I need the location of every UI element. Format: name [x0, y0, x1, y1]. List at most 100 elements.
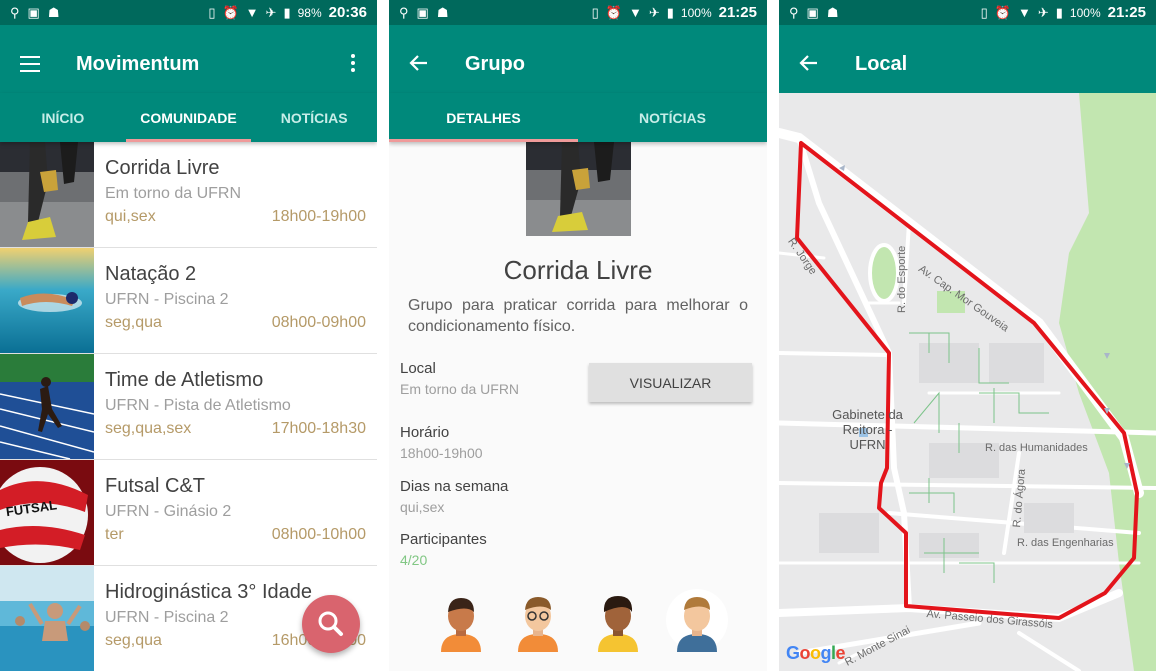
more-options-icon[interactable]	[351, 54, 357, 74]
group-location: Em torno da UFRN	[105, 185, 242, 202]
group-time: 17h00-18h30	[271, 420, 366, 437]
avatar[interactable]	[665, 588, 729, 652]
airplane-icon: ✈	[1037, 4, 1049, 20]
menu-icon[interactable]	[20, 56, 40, 72]
back-arrow-icon[interactable]	[408, 52, 430, 74]
futsal-ball-image: FUTSAL	[0, 460, 94, 565]
schedule-value: 18h00-19h00	[400, 445, 483, 461]
view-location-button[interactable]: VISUALIZAR	[589, 363, 752, 402]
avatar[interactable]	[506, 588, 570, 652]
group-title: Natação 2	[105, 263, 197, 285]
android-icon: ☗	[826, 5, 839, 20]
app-bar: Local	[779, 25, 1156, 93]
status-bar: ⚲ ▣ ☗ ▯ ⏰ ▼ ✈ ▮ 100% 21:25	[389, 0, 767, 25]
android-icon: ☗	[436, 5, 449, 20]
airplane-icon: ✈	[648, 4, 660, 20]
usb-icon: ⚲	[399, 5, 409, 20]
list-item[interactable]: Corrida Livre Em torno da UFRN qui,sex 1…	[0, 142, 377, 248]
clock: 20:36	[328, 4, 367, 21]
wifi-icon: ▼	[628, 5, 642, 20]
participants-count: 4/20	[400, 552, 428, 568]
screen-title: Grupo	[465, 53, 525, 75]
group-description: Grupo para praticar corrida para melhora…	[408, 297, 748, 335]
group-title: Futsal C&T	[105, 475, 206, 497]
screen-community: ⚲ ▣ ☗ ▯ ⏰ ▼ ✈ ▮ 98% 20:36 Movimentum INÍ…	[0, 0, 377, 671]
vibrate-icon: ▯	[208, 4, 216, 20]
image-icon: ▣	[806, 5, 819, 20]
android-icon: ☗	[47, 5, 60, 20]
tab-comunidade[interactable]: COMUNIDADE	[125, 93, 252, 142]
days-value: qui,sex	[400, 499, 445, 515]
water-aerobics-image	[0, 566, 94, 671]
alarm-icon: ⏰	[222, 4, 239, 20]
app-bar: Movimentum	[0, 25, 377, 93]
group-time: 08h00-10h00	[271, 526, 366, 543]
schedule-label: Horário	[400, 424, 450, 441]
avatar[interactable]	[429, 588, 493, 652]
group-days: seg,qua	[105, 632, 162, 649]
group-location: UFRN - Pista de Atletismo	[105, 397, 291, 414]
vibrate-icon: ▯	[980, 4, 988, 20]
group-days: seg,qua	[105, 314, 162, 331]
track-runner-image	[0, 354, 94, 459]
tab-detalhes[interactable]: DETALHES	[389, 93, 578, 142]
image-icon: ▣	[416, 5, 429, 20]
image-icon: ▣	[27, 5, 40, 20]
vibrate-icon: ▯	[591, 4, 599, 20]
app-bar: Grupo	[389, 25, 767, 93]
wifi-icon: ▼	[245, 5, 259, 20]
list-item[interactable]: Natação 2 UFRN - Piscina 2 seg,qua 08h00…	[0, 248, 377, 354]
usb-icon: ⚲	[10, 5, 20, 20]
battery-percent: 100%	[680, 5, 712, 20]
group-days: seg,qua,sex	[105, 420, 192, 437]
app-title: Movimentum	[76, 53, 200, 75]
group-title: Time de Atletismo	[105, 369, 264, 391]
map-street-label: R. das Humanidades	[985, 442, 1088, 454]
battery-percent: 100%	[1069, 5, 1101, 20]
map-poi-label: Gabinete da Reitora - UFRN	[832, 407, 903, 452]
tab-inicio[interactable]: INÍCIO	[0, 93, 126, 142]
group-time: 08h00-09h00	[271, 314, 366, 331]
alarm-icon: ⏰	[605, 4, 622, 20]
screen-location-map: ⚲ ▣ ☗ ▯ ⏰ ▼ ✈ ▮ 100% 21:25 Local Av. Cap…	[779, 0, 1156, 671]
map-view[interactable]: Av. Cap. Mor Gouveia R. do Esporte R. Jo…	[779, 93, 1156, 671]
tab-bar: DETALHES NOTÍCIAS	[389, 93, 767, 142]
screen-title: Local	[855, 53, 908, 75]
participant-avatars	[389, 588, 767, 656]
airplane-icon: ✈	[265, 4, 277, 20]
group-location: UFRN - Ginásio 2	[105, 503, 232, 520]
search-button[interactable]	[302, 595, 360, 653]
battery-percent: 98%	[297, 5, 322, 20]
avatar[interactable]	[586, 588, 650, 652]
group-title: Corrida Livre	[105, 157, 220, 179]
clock: 21:25	[718, 4, 757, 21]
alarm-icon: ⏰	[994, 4, 1011, 20]
battery-icon: ▮	[283, 4, 291, 20]
group-location: UFRN - Piscina 2	[105, 609, 229, 626]
wifi-icon: ▼	[1017, 5, 1031, 20]
local-label: Local	[400, 360, 436, 377]
tab-noticias[interactable]: NOTÍCIAS	[251, 93, 377, 142]
group-list: Corrida Livre Em torno da UFRN qui,sex 1…	[0, 142, 377, 671]
participants-label: Participantes	[400, 531, 487, 548]
group-image	[526, 142, 631, 236]
battery-icon: ▮	[1055, 4, 1063, 20]
battery-icon: ▮	[666, 4, 674, 20]
group-location: UFRN - Piscina 2	[105, 291, 229, 308]
google-logo: Google	[786, 643, 846, 663]
clock: 21:25	[1107, 4, 1146, 21]
list-item[interactable]: Time de Atletismo UFRN - Pista de Atleti…	[0, 354, 377, 460]
group-name: Corrida Livre	[503, 255, 653, 285]
running-shoes-image	[0, 142, 94, 247]
swimmer-image	[0, 248, 94, 353]
list-item[interactable]: FUTSAL Futsal C&T UFRN - Ginásio 2 ter 0…	[0, 460, 377, 566]
group-time: 18h00-19h00	[271, 208, 366, 225]
status-bar: ⚲ ▣ ☗ ▯ ⏰ ▼ ✈ ▮ 98% 20:36	[0, 0, 377, 25]
group-days: ter	[105, 526, 124, 543]
map-street-label: R. do Esporte	[896, 245, 908, 313]
days-label: Dias na semana	[400, 478, 509, 495]
usb-icon: ⚲	[789, 5, 799, 20]
tab-noticias[interactable]: NOTÍCIAS	[578, 93, 767, 142]
back-arrow-icon[interactable]	[798, 52, 820, 74]
map-street-label: R. das Engenharias	[1017, 537, 1114, 549]
